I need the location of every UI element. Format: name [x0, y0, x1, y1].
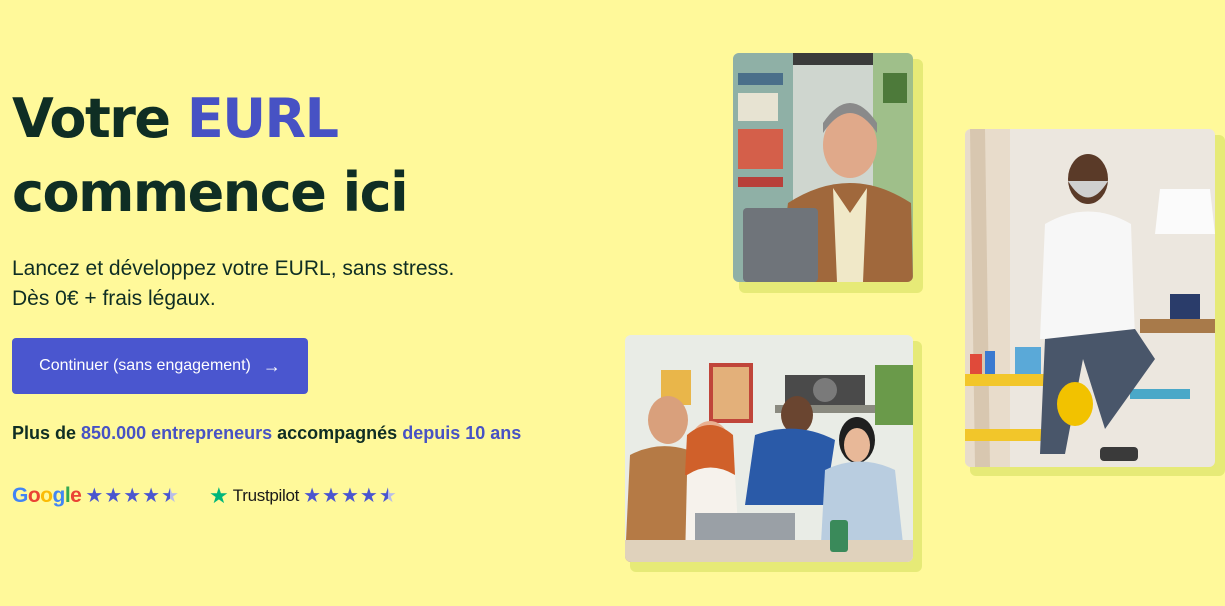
star-icon: ★ [340, 485, 359, 507]
proof-count: 850.000 entrepreneurs [81, 423, 273, 443]
trustpilot-stars: ★ ★ ★ ★ ★ [303, 486, 397, 506]
trustpilot-star-icon: ★ [209, 483, 229, 508]
photo-man-standing [965, 129, 1215, 467]
google-logo: Google [12, 484, 82, 507]
hero-title-accent: EURL [186, 87, 339, 150]
star-icon: ★ [104, 485, 123, 507]
half-star-icon: ★ [161, 485, 180, 507]
hero-subtitle: Lancez et développez votre EURL, sans st… [12, 254, 454, 314]
photo-man-laptop [733, 53, 913, 282]
ratings: Google ★ ★ ★ ★ ★ ★ Trustpilot ★ ★ ★ ★ ★ [12, 484, 397, 508]
google-stars: ★ ★ ★ ★ ★ [85, 486, 179, 506]
proof-since: depuis 10 ans [402, 423, 522, 443]
subtitle-line-1: Lancez et développez votre EURL, sans st… [12, 257, 455, 280]
star-icon: ★ [142, 485, 161, 507]
trustpilot-rating[interactable]: ★ Trustpilot ★ ★ ★ ★ ★ [209, 485, 397, 507]
continue-button[interactable]: Continuer (sans engagement) → [12, 338, 308, 394]
subtitle-line-2: Dès 0€ + frais légaux. [12, 287, 216, 310]
star-icon: ★ [359, 485, 378, 507]
star-icon: ★ [322, 485, 340, 507]
hero-title: Votre EURL commence ici [12, 82, 409, 230]
social-proof: Plus de 850.000 entrepreneurs accompagné… [12, 418, 552, 448]
star-icon: ★ [123, 485, 142, 507]
hero-title-part2: commence ici [12, 161, 409, 224]
hero-title-part1: Votre [12, 87, 187, 150]
proof-prefix: Plus de [12, 423, 82, 443]
star-icon: ★ [85, 485, 104, 507]
star-icon: ★ [303, 485, 321, 507]
proof-middle: accompagnés [272, 423, 403, 443]
trustpilot-logo: Trustpilot [232, 486, 300, 505]
arrow-right-icon: → [262, 355, 281, 376]
continue-button-label: Continuer (sans engagement) [39, 357, 251, 374]
half-star-icon: ★ [378, 485, 397, 507]
photo-team [625, 335, 913, 562]
google-rating[interactable]: Google ★ ★ ★ ★ ★ [12, 484, 179, 508]
